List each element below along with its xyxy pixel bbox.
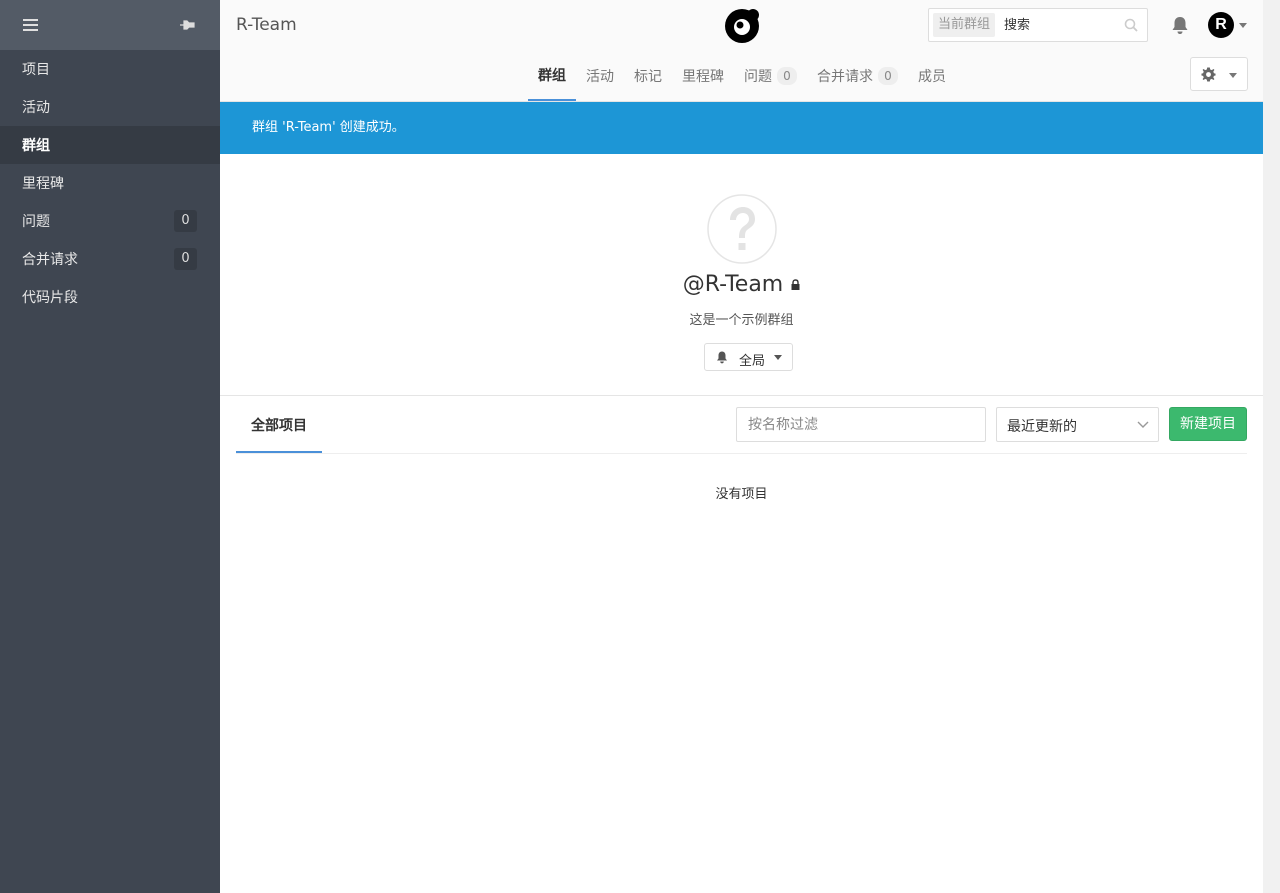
section-divider	[220, 395, 1263, 396]
sidebar-item-issues[interactable]: 问题 0	[0, 202, 220, 240]
group-avatar-placeholder-icon	[707, 194, 777, 264]
group-description: 这是一个示例群组	[689, 313, 794, 328]
search-scope-badge[interactable]: 当前群组	[933, 13, 996, 37]
issues-count-badge: 0	[174, 210, 197, 232]
sort-dropdown[interactable]: 最近更新的	[996, 407, 1159, 442]
filter-by-name-input[interactable]	[736, 407, 986, 442]
search-icon[interactable]	[1124, 18, 1138, 32]
notification-level-dropdown[interactable]: 全局	[704, 343, 793, 371]
tab-activity[interactable]: 活动	[576, 50, 624, 101]
sidebar-item-projects[interactable]: 项目	[0, 50, 220, 88]
lock-icon	[791, 279, 800, 290]
flash-message: 群组 'R-Team' 创建成功。	[220, 102, 1263, 154]
tabs-divider	[236, 453, 1247, 454]
search-box[interactable]: 当前群组	[928, 8, 1148, 42]
tab-issues-count: 0	[777, 66, 797, 85]
logo-icon[interactable]	[723, 7, 761, 45]
menu-toggle-icon[interactable]	[23, 19, 38, 32]
sidebar: 项目 活动 群组 里程碑 问题 0 合并请求 0 代码片段	[0, 0, 220, 893]
group-name: @R-Team	[220, 272, 1263, 297]
sidebar-item-groups[interactable]: 群组	[0, 126, 220, 164]
chevron-down-icon	[1229, 73, 1237, 78]
settings-dropdown-button[interactable]	[1190, 57, 1248, 91]
chevron-down-icon	[1239, 23, 1247, 28]
sort-selected-value: 最近更新的	[1007, 419, 1077, 435]
empty-state-message: 没有项目	[715, 487, 768, 502]
tab-members[interactable]: 成员	[908, 50, 956, 101]
scrollbar[interactable]	[1263, 0, 1280, 893]
header: R-Team 当前群组 R 群组 活动 标记 里程碑 问题0 合并请求0 成员	[220, 0, 1263, 102]
sidebar-item-merge-requests[interactable]: 合并请求 0	[0, 240, 220, 278]
notifications-bell-icon[interactable]	[1171, 16, 1189, 35]
search-input[interactable]	[1004, 13, 1114, 37]
bell-icon	[717, 351, 727, 364]
avatar[interactable]: R	[1208, 12, 1234, 38]
merge-requests-count-badge: 0	[174, 248, 197, 270]
tab-all-projects[interactable]: 全部项目	[236, 400, 322, 453]
page-title: R-Team	[236, 15, 297, 35]
user-menu[interactable]: R	[1208, 12, 1248, 40]
sidebar-item-snippets[interactable]: 代码片段	[0, 278, 220, 316]
chevron-down-icon	[1137, 421, 1149, 428]
new-project-button[interactable]: 新建项目	[1169, 407, 1247, 441]
tab-labels[interactable]: 标记	[624, 50, 672, 101]
notification-level-label: 全局	[739, 354, 766, 369]
tab-issues[interactable]: 问题 0	[734, 50, 807, 101]
pin-icon[interactable]	[178, 17, 196, 33]
group-tabs: 群组 活动 标记 里程碑 问题 0 合并请求 0 成员	[528, 50, 956, 102]
sidebar-item-milestones[interactable]: 里程碑	[0, 164, 220, 202]
sidebar-header	[0, 0, 220, 50]
tab-group[interactable]: 群组	[528, 50, 576, 101]
sidebar-nav: 项目 活动 群组 里程碑 问题 0 合并请求 0 代码片段	[0, 50, 220, 316]
tab-merge-requests-count: 0	[878, 66, 898, 85]
sidebar-item-activity[interactable]: 活动	[0, 88, 220, 126]
gear-icon	[1201, 67, 1216, 82]
tab-milestones[interactable]: 里程碑	[672, 50, 734, 101]
tab-merge-requests[interactable]: 合并请求 0	[807, 50, 908, 101]
chevron-down-icon	[774, 355, 782, 360]
